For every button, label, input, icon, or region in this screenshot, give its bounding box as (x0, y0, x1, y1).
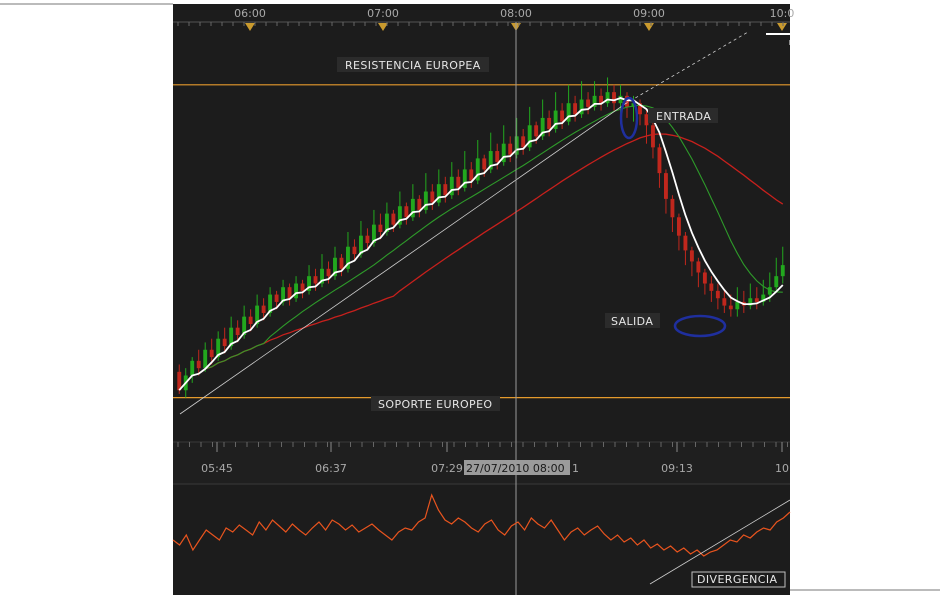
candle-body (456, 176, 461, 188)
candle-body (339, 257, 344, 269)
candle-body (689, 250, 694, 262)
candle-body (651, 125, 655, 148)
candle-body (404, 206, 409, 218)
top-time-tick-label: 09:00 (633, 7, 665, 20)
candle-body (754, 298, 759, 302)
price-panel (173, 4, 790, 458)
candle-body (676, 217, 681, 236)
bottom-time-tick-label: 07:29 (431, 462, 463, 475)
candle-body (261, 305, 266, 313)
candle-body (508, 143, 513, 155)
candle-body (709, 283, 714, 291)
exit-label: SALIDA (611, 315, 653, 328)
support-label: SOPORTE EUROPEO (378, 398, 493, 411)
candle-body (780, 265, 785, 277)
chart: 06:00 07:00 08:00 09:00 10:0 05:45 06:37 07:29… (0, 3, 940, 595)
bottom-time-tick-label: 10 (775, 462, 789, 475)
candle-body (586, 99, 591, 107)
candle-body (203, 349, 208, 369)
candle-body (521, 136, 526, 148)
candle-body (728, 305, 733, 310)
candle-body (300, 283, 305, 291)
top-time-tick-label: 08:00 (500, 7, 532, 20)
candle-body (391, 213, 396, 225)
divergence-label: DIVERGENCIA (697, 573, 777, 586)
candle-body (683, 235, 688, 251)
candle-body (443, 184, 448, 196)
candle-body (696, 261, 701, 273)
candle-body (248, 316, 253, 324)
candle-body (618, 95, 623, 104)
hover-date-suffix: 1 (572, 462, 579, 475)
candle-body (378, 224, 383, 232)
entry-label: ENTRADA (656, 110, 711, 123)
top-time-tick-label: 10:0 (770, 7, 795, 20)
candle-body (274, 294, 279, 302)
candle-body (326, 268, 331, 277)
candle-body (235, 327, 240, 336)
candle-body (417, 198, 422, 210)
candle-body (209, 349, 214, 358)
bottom-time-tick-label: 05:45 (201, 462, 233, 475)
candle-body (495, 151, 500, 163)
candle-body (196, 360, 201, 369)
bottom-time-tick-label: 06:37 (315, 462, 347, 475)
candle-body (573, 103, 578, 115)
candle-body (664, 173, 668, 199)
candle-body (547, 117, 552, 129)
candle-body (190, 360, 195, 376)
candle-body (612, 92, 616, 104)
candle-body (313, 276, 318, 284)
candle-body (722, 298, 727, 306)
candle-body (715, 290, 720, 299)
bottom-time-tick-label: 09:13 (661, 462, 693, 475)
hover-date-label: 27/07/2010 08:00 (466, 462, 565, 475)
candle-body (605, 92, 610, 104)
candle-body (534, 125, 539, 137)
candle-body (735, 301, 740, 310)
candle-body (644, 114, 649, 126)
top-time-tick-label: 06:00 (234, 7, 266, 20)
candle-body (657, 147, 662, 174)
candle-body (482, 158, 487, 170)
candle-body (469, 169, 474, 181)
resistance-label: RESISTENCIA EUROPEA (345, 59, 481, 72)
candle-body (222, 338, 227, 347)
candle-body (365, 235, 370, 244)
candle-body (670, 198, 675, 218)
candle-body (430, 191, 435, 203)
candle-body (702, 272, 707, 284)
candle-body (352, 246, 357, 255)
candle-body (560, 110, 565, 122)
candle-body (294, 283, 298, 299)
candle-body (774, 276, 779, 288)
top-time-tick-label: 07:00 (367, 7, 399, 20)
